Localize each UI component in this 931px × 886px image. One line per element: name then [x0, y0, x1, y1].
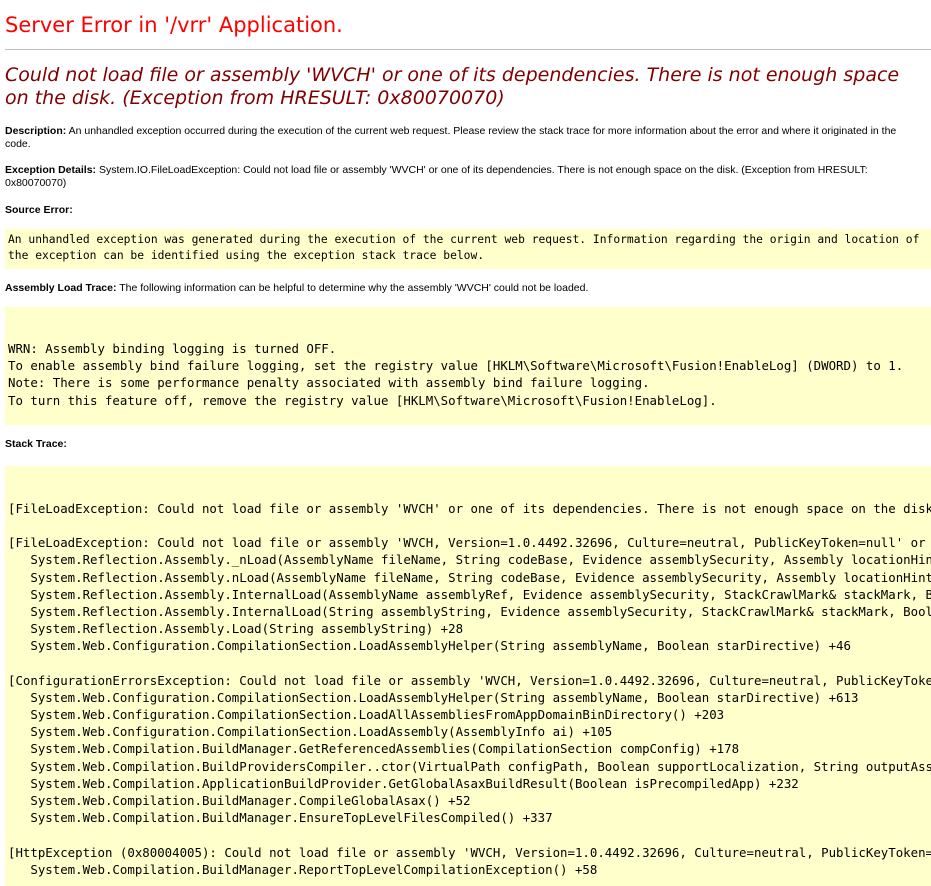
- stack-frame: System.Reflection.Assembly.nLoad(Assembl…: [30, 569, 931, 585]
- stack-frame: System.Web.Configuration.CompilationSect…: [8, 724, 613, 740]
- exception-details-label: Exception Details:: [5, 164, 97, 176]
- assembly-load-trace-label: Assembly Load Trace:: [5, 282, 117, 294]
- stack-frame: System.Reflection.Assembly._nLoad(Assemb…: [30, 552, 931, 568]
- stack-trace-label: Stack Trace:: [5, 437, 67, 450]
- stack-exception-header: [FileLoadException: Could not load file …: [8, 500, 931, 516]
- stack-blank-line: [8, 826, 931, 843]
- stack-frame: System.Web.Compilation.ApplicationBuildP…: [8, 775, 799, 791]
- page-title: Server Error in '/vrr' Application.: [5, 13, 343, 37]
- assembly-load-trace-section: Assembly Load Trace: The following infor…: [5, 282, 905, 295]
- stack-frame: System.Reflection.Assembly.InternalLoad(…: [30, 586, 931, 602]
- assembly-trace-line: Note: There is some performance penalty …: [8, 375, 650, 391]
- stack-frame: System.Web.Compilation.BuildManager.Repo…: [8, 861, 598, 877]
- stack-frame: System.Web.Compilation.BuildManager.Ensu…: [8, 810, 553, 826]
- stack-frame: System.Reflection.Assembly.InternalLoad(…: [30, 603, 931, 619]
- description-text: An unhandled exception occurred during t…: [5, 125, 897, 150]
- stack-frame: System.Reflection.Assembly.Load(String a…: [8, 621, 464, 637]
- assembly-trace-line: To turn this feature off, remove the reg…: [8, 392, 717, 408]
- exception-details-text: System.IO.FileLoadException: Could not l…: [5, 164, 868, 189]
- stack-frame: System.Web.Configuration.CompilationSect…: [8, 638, 851, 654]
- assembly-load-trace-box: WRN: Assembly binding logging is turned …: [5, 307, 931, 425]
- stack-frame: System.Web.Configuration.CompilationSect…: [8, 689, 859, 705]
- stack-exception-header: [FileLoadException: Could not load file …: [8, 535, 926, 551]
- description-section: Description: An unhandled exception occu…: [5, 125, 905, 151]
- stack-frame: System.Web.Compilation.BuildManager.GetR…: [8, 741, 740, 757]
- exception-message: Could not load file or assembly 'WVCH' o…: [5, 64, 900, 109]
- stack-trace-box: [FileLoadException: Could not load file …: [5, 465, 931, 886]
- assembly-load-trace-text: The following information can be helpful…: [119, 282, 589, 294]
- stack-trace-section: Stack Trace:: [5, 438, 905, 451]
- source-error-label: Source Error:: [5, 204, 73, 216]
- source-error-text: An unhandled exception was generated dur…: [8, 233, 920, 262]
- stack-frame: System.Web.Compilation.BuildProvidersCom…: [30, 758, 931, 774]
- assembly-trace-line: To enable assembly bind failure logging,…: [8, 358, 904, 374]
- exception-details-section: Exception Details: System.IO.FileLoadExc…: [5, 164, 905, 190]
- title-divider: [5, 49, 931, 50]
- assembly-trace-line: WRN: Assembly binding logging is turned …: [8, 341, 337, 356]
- stack-frame: System.Web.Configuration.CompilationSect…: [8, 707, 725, 722]
- source-error-box: An unhandled exception was generated dur…: [5, 229, 931, 269]
- error-page: Server Error in '/vrr' Application. Coul…: [5, 0, 931, 886]
- stack-blank-line: [8, 517, 931, 534]
- stack-exception-header: [HttpException (0x80004005): Could not l…: [8, 844, 931, 860]
- description-label: Description:: [5, 125, 67, 137]
- stack-blank-line: [8, 654, 931, 671]
- source-error-section: Source Error:: [5, 204, 905, 217]
- stack-frame: System.Web.Compilation.BuildManager.Comp…: [8, 792, 471, 808]
- stack-exception-header: [ConfigurationErrorsException: Could not…: [8, 672, 931, 688]
